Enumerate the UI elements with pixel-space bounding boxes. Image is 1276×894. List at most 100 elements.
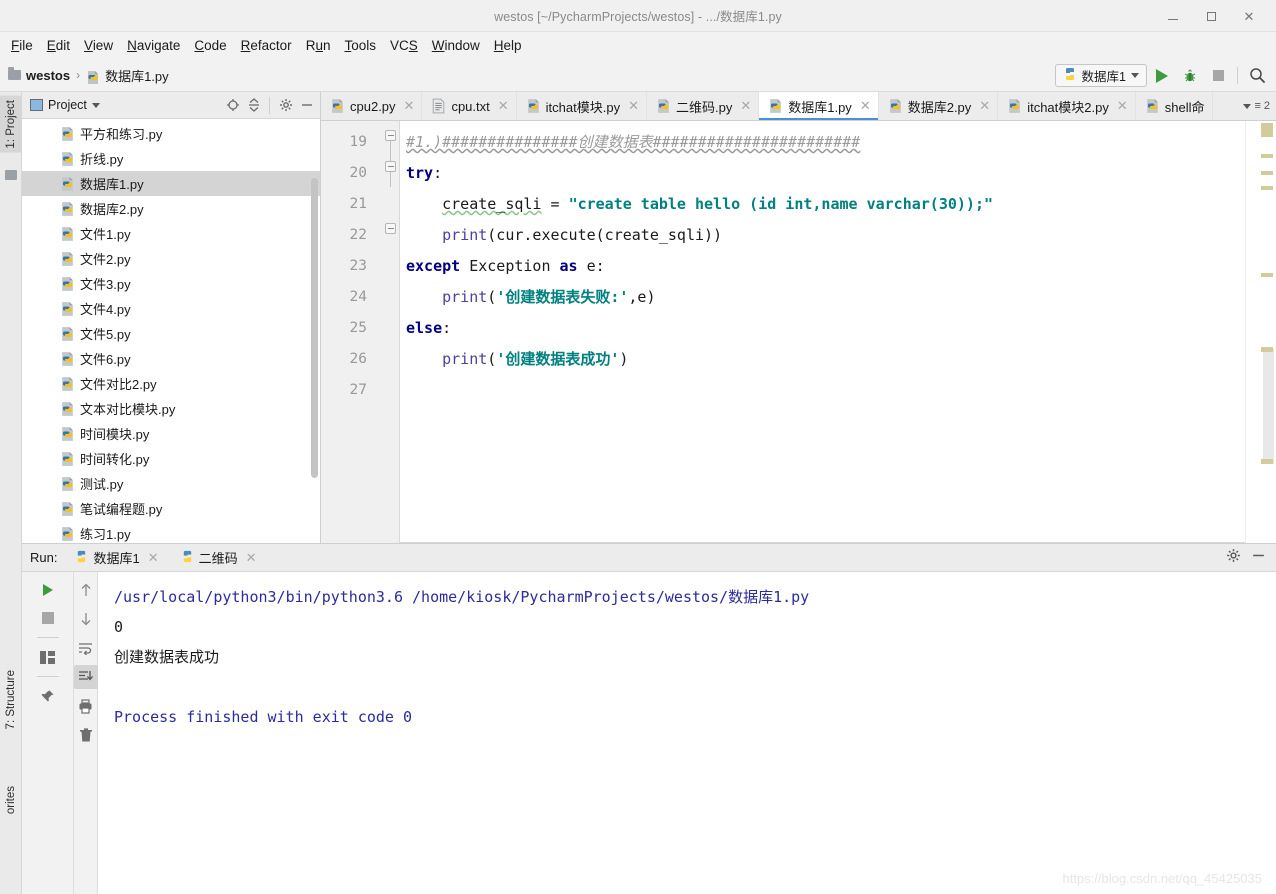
list-item[interactable]: 文件1.py [22,221,320,246]
menu-file[interactable]: File [4,35,40,56]
list-item[interactable]: 文本对比模块.py [22,396,320,421]
search-icon[interactable] [1244,63,1270,89]
trash-icon[interactable] [74,723,98,747]
gear-icon[interactable] [1226,548,1241,568]
close-icon[interactable]: ✕ [979,98,990,114]
rerun-button[interactable] [36,578,60,602]
list-item[interactable]: 平方和练习.py [22,121,320,146]
collapse-all-icon[interactable] [244,96,263,115]
tab-overflow-button[interactable]: ≡ 2 [1237,92,1276,120]
tab-cpu2-py[interactable]: cpu2.py ✕ [321,92,423,120]
menu-view[interactable]: View [77,35,120,56]
list-item[interactable]: 文件5.py [22,321,320,346]
list-item[interactable]: 时间模块.py [22,421,320,446]
hide-panel-icon[interactable] [1251,548,1266,568]
close-icon[interactable]: ✕ [148,550,159,566]
sidebar-item-structure[interactable]: 7: Structure [0,666,22,733]
menu-vcs[interactable]: VCS [383,35,425,56]
list-item[interactable]: 时间转化.py [22,446,320,471]
print-icon[interactable] [74,694,98,718]
code-editor[interactable]: 19 20 21 22 23 24 25 26 27 #1.)###############创建… [321,121,1276,543]
pin-icon[interactable] [36,684,60,708]
code-line[interactable]: print('创建数据表失败:',e) [406,282,655,313]
list-item[interactable]: 笔试编程题.py [22,496,320,521]
chevron-down-icon[interactable] [91,102,100,108]
tab-shell命[interactable]: shell命 [1136,92,1213,120]
code-line[interactable]: print(cur.execute(create_sqli)) [406,220,722,251]
run-tab-shujuku1[interactable]: 数据库1 ✕ [75,548,159,567]
list-item[interactable]: 折线.py [22,146,320,171]
locate-icon[interactable] [223,96,242,115]
run-console-output[interactable]: /usr/local/python3/bin/python3.6 /home/k… [99,572,1276,894]
close-icon[interactable]: ✕ [860,98,871,114]
menu-edit[interactable]: Edit [40,35,77,56]
fold-marker[interactable] [385,130,396,141]
fold-marker[interactable] [385,223,396,234]
sidebar-item-favorites[interactable]: orites [0,782,22,818]
list-item[interactable]: 数据库1.py [22,171,320,196]
tab-数据库2-py[interactable]: 数据库2.py ✕ [879,92,999,120]
tab-itchat模块2-py[interactable]: itchat模块2.py ✕ [998,92,1136,120]
project-file-list[interactable]: 平方和练习.py 折线.py 数据库1.py 数据库2.py 文件1.py 文件2.py 文… [22,119,320,543]
stop-button[interactable] [36,606,60,630]
up-icon[interactable] [74,578,98,602]
run-button[interactable] [1149,63,1175,89]
code-line[interactable]: except Exception as e: [406,251,605,282]
tab-数据库1-py[interactable]: 数据库1.py ✕ [759,92,879,120]
close-icon[interactable]: ✕ [628,98,639,114]
menu-navigate[interactable]: Navigate [120,35,187,56]
breadcrumb-project[interactable]: westos [26,68,70,83]
list-item[interactable]: 练习1.py [22,521,320,543]
code-line[interactable]: print('创建数据表成功') [406,344,628,375]
maximize-icon[interactable] [1192,0,1230,32]
scroll-to-end-icon[interactable] [73,665,98,689]
chevron-down-icon[interactable] [1243,103,1252,109]
run-tab-erweima[interactable]: 二维码 ✕ [181,548,257,567]
list-item[interactable]: 文件4.py [22,296,320,321]
list-item[interactable]: 数据库2.py [22,196,320,221]
menu-refactor[interactable]: Refactor [234,35,299,56]
stop-button[interactable] [1205,63,1231,89]
chevron-down-icon[interactable] [1131,73,1139,78]
breadcrumb-file[interactable]: 数据库1.py [105,66,169,85]
menu-tools[interactable]: Tools [337,35,383,56]
code-content[interactable]: #1.)###############创建数据表################… [400,121,1245,543]
tab-cpu-txt[interactable]: cpu.txt ✕ [422,92,517,120]
gear-icon[interactable] [276,96,295,115]
menu-help[interactable]: Help [487,35,529,56]
debug-button[interactable] [1177,63,1203,89]
editor-marker-gutter[interactable] [1245,121,1276,543]
run-configuration-selector[interactable]: 数据库1 [1054,64,1147,87]
close-icon[interactable]: ✕ [740,98,751,114]
menu-code[interactable]: Code [187,35,233,56]
editor-vertical-scrollbar[interactable] [1263,349,1274,464]
code-line[interactable]: #1.)###############创建数据表################… [406,127,860,158]
code-line[interactable]: else: [406,313,451,344]
menu-run[interactable]: Run [299,35,338,56]
hide-panel-icon[interactable] [297,96,316,115]
tab-二维码-py[interactable]: 二维码.py ✕ [647,92,760,120]
list-item[interactable]: 文件2.py [22,246,320,271]
down-icon[interactable] [74,607,98,631]
menu-window[interactable]: Window [425,35,487,56]
list-item[interactable]: 文件对比2.py [22,371,320,396]
close-icon[interactable]: ✕ [1230,0,1268,32]
list-item[interactable]: 文件6.py [22,346,320,371]
soft-wrap-icon[interactable] [74,636,98,660]
code-line[interactable]: create_sqli = "create table hello (id in… [406,189,993,220]
close-icon[interactable]: ✕ [404,98,415,114]
code-line[interactable]: try: [406,158,442,189]
project-panel-title[interactable]: Project [30,98,100,112]
list-item[interactable]: 测试.py [22,471,320,496]
sidebar-item-project[interactable]: 1: Project [0,96,22,153]
layout-icon[interactable] [36,645,60,669]
minimize-icon[interactable] [1154,0,1192,32]
tab-itchat模块-py[interactable]: itchat模块.py ✕ [517,92,647,120]
project-scrollbar[interactable] [311,178,318,478]
list-item[interactable]: 文件3.py [22,271,320,296]
fold-marker[interactable] [385,161,396,172]
close-icon[interactable]: ✕ [1117,98,1128,114]
close-icon[interactable]: ✕ [498,98,509,114]
close-icon[interactable]: ✕ [246,550,257,566]
code-folding-gutter[interactable] [377,121,400,543]
